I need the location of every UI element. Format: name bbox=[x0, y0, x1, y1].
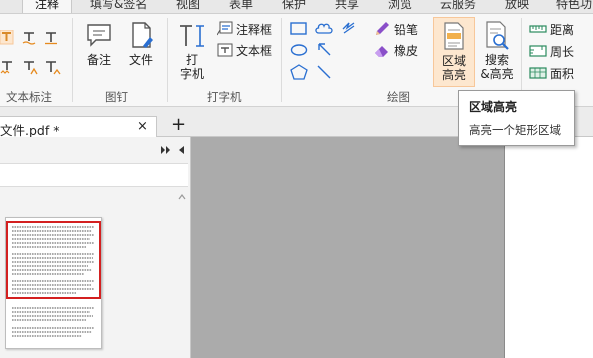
new-tab-button[interactable]: + bbox=[171, 116, 186, 134]
file-label: 文件 bbox=[128, 53, 153, 67]
tab-share[interactable]: 共享 bbox=[335, 0, 359, 13]
tooltip: 区域高亮 高亮一个矩形区域 bbox=[458, 90, 575, 146]
ellipse-icon[interactable] bbox=[290, 43, 308, 57]
cloud-icon[interactable] bbox=[314, 20, 334, 36]
area-highlight-label-2: 高亮 bbox=[441, 68, 466, 82]
tooltip-body: 高亮一个矩形区域 bbox=[469, 123, 561, 137]
menu-bar: 注释 填写&签名 视图 表单 保护 共享 浏览 云服务 放映 特色功 bbox=[0, 0, 593, 14]
document-page[interactable] bbox=[504, 137, 593, 358]
replace-text-icon[interactable] bbox=[22, 60, 38, 76]
tab-features[interactable]: 特色功 bbox=[556, 0, 592, 13]
group-label-drawing: 绘图 bbox=[387, 90, 410, 104]
page-thumbnail[interactable] bbox=[5, 217, 102, 349]
tab-cloud[interactable]: 云服务 bbox=[440, 0, 476, 13]
tab-form[interactable]: 表单 bbox=[229, 0, 253, 13]
distance-button[interactable]: 距离 bbox=[529, 20, 574, 38]
pencil-button[interactable]: 铅笔 bbox=[373, 20, 418, 38]
polygon-icon[interactable] bbox=[290, 64, 308, 80]
strikeout-text-icon[interactable] bbox=[44, 31, 58, 45]
eraser-label: 橡皮 bbox=[394, 43, 419, 58]
expand-icon[interactable] bbox=[160, 145, 172, 155]
tab-slideshow[interactable]: 放映 bbox=[505, 0, 529, 13]
textbox-button[interactable]: 文本框 bbox=[217, 41, 272, 59]
textbox-icon bbox=[217, 43, 233, 57]
area-measure-button[interactable]: 面积 bbox=[529, 64, 574, 82]
pane-toolbar bbox=[0, 137, 190, 163]
group-divider bbox=[167, 18, 168, 102]
note-label: 备注 bbox=[86, 53, 111, 67]
typewriter-button[interactable]: 打 字机 bbox=[174, 20, 210, 81]
pane-options-area bbox=[0, 163, 188, 187]
insert-text-icon[interactable] bbox=[44, 60, 62, 76]
squiggly-text-icon[interactable] bbox=[0, 60, 14, 76]
group-divider bbox=[72, 18, 73, 102]
area-highlight-icon bbox=[444, 22, 464, 50]
underline-text-icon[interactable] bbox=[22, 31, 36, 45]
search-highlight-label-1: 搜索 bbox=[484, 53, 509, 67]
callout-button[interactable]: 注释框 bbox=[217, 20, 272, 38]
perimeter-label: 周长 bbox=[550, 44, 575, 59]
tab-fill-sign[interactable]: 填写&签名 bbox=[90, 0, 147, 13]
textbox-label: 文本框 bbox=[236, 43, 273, 58]
thumbnail-pane bbox=[0, 137, 191, 358]
group-label-typewriter: 打字机 bbox=[207, 90, 242, 104]
typewriter-label-2: 字机 bbox=[179, 67, 204, 81]
perimeter-button[interactable]: 周长 bbox=[529, 42, 574, 60]
note-icon bbox=[87, 24, 111, 47]
area-measure-label: 面积 bbox=[550, 66, 575, 81]
pencil-icon bbox=[376, 22, 389, 35]
tab-annotate[interactable]: 注释 bbox=[22, 0, 72, 13]
typewriter-icon bbox=[180, 25, 204, 47]
group-label-pin: 图钉 bbox=[105, 90, 128, 104]
scroll-up-icon[interactable] bbox=[178, 194, 186, 200]
area-highlight-button[interactable]: 区域 高亮 bbox=[433, 17, 475, 87]
rectangle-icon[interactable] bbox=[290, 22, 308, 36]
search-highlight-icon bbox=[486, 21, 509, 50]
page-thumbnail-selection bbox=[6, 221, 101, 299]
callout-icon bbox=[217, 21, 233, 36]
highlight-text-icon[interactable] bbox=[0, 30, 14, 46]
thumbnail-scrollbar[interactable] bbox=[175, 188, 188, 358]
group-label-text-markup: 文本标注 bbox=[6, 90, 52, 104]
document-tab[interactable]: 文件.pdf * × bbox=[0, 116, 157, 138]
close-icon[interactable]: × bbox=[137, 119, 148, 134]
search-highlight-button[interactable]: 搜索 &高亮 bbox=[478, 20, 516, 81]
file-attachment-button[interactable]: 文件 bbox=[122, 20, 160, 67]
group-divider bbox=[281, 18, 282, 102]
tooltip-title: 区域高亮 bbox=[469, 100, 518, 114]
pencil-label: 铅笔 bbox=[394, 22, 419, 37]
arrow-icon[interactable] bbox=[316, 41, 332, 57]
document-canvas[interactable] bbox=[191, 137, 504, 358]
tab-protect[interactable]: 保护 bbox=[282, 0, 306, 13]
collapse-pane-icon[interactable] bbox=[177, 145, 185, 155]
perimeter-icon bbox=[529, 45, 547, 57]
callout-label: 注释框 bbox=[236, 22, 273, 37]
distance-icon bbox=[529, 25, 547, 33]
search-highlight-label-2: &高亮 bbox=[480, 67, 514, 81]
area-highlight-label-1: 区域 bbox=[441, 54, 466, 68]
note-button[interactable]: 备注 bbox=[80, 20, 118, 67]
eraser-button[interactable]: 橡皮 bbox=[373, 41, 418, 59]
tab-view[interactable]: 视图 bbox=[176, 0, 200, 13]
typewriter-label-1: 打 bbox=[185, 53, 198, 67]
eraser-icon bbox=[375, 46, 388, 57]
area-measure-icon bbox=[529, 67, 547, 79]
file-icon bbox=[132, 22, 153, 48]
line-icon[interactable] bbox=[316, 64, 332, 80]
polyline-icon[interactable] bbox=[341, 20, 357, 36]
tab-browse[interactable]: 浏览 bbox=[388, 0, 412, 13]
distance-label: 距离 bbox=[550, 22, 575, 37]
